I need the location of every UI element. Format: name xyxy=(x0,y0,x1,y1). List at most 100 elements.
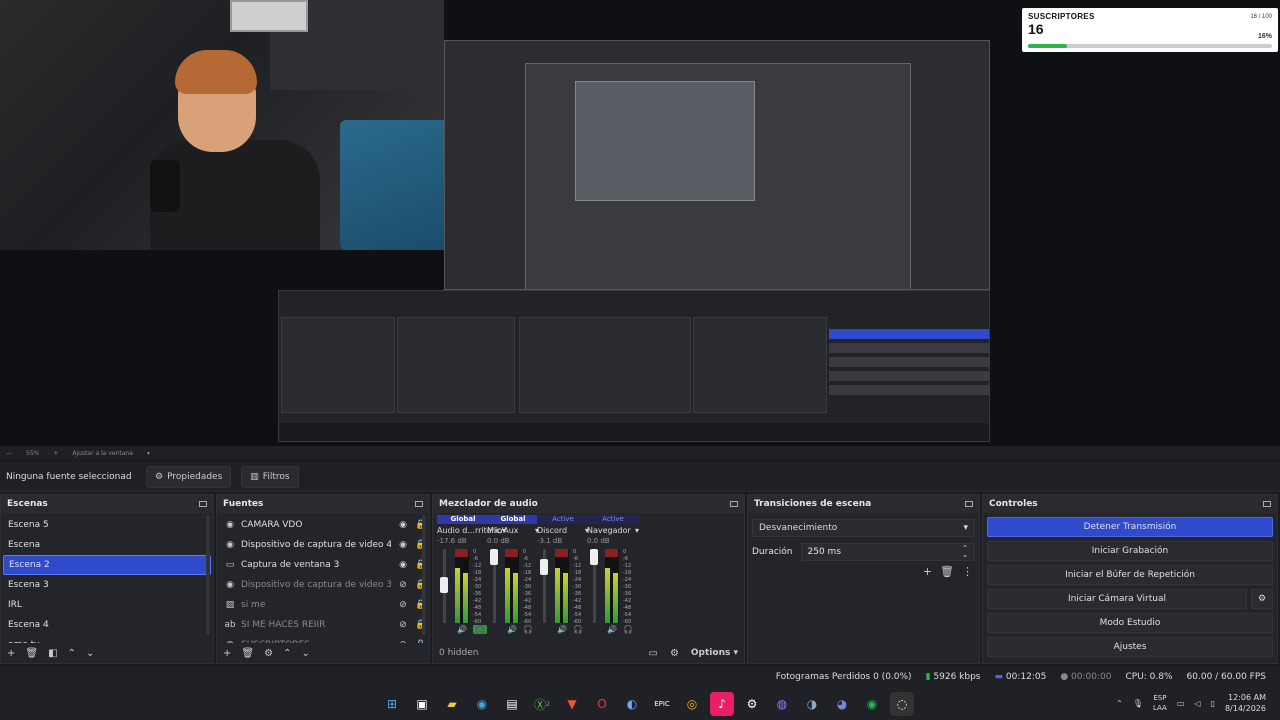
properties-button[interactable]: ⚙ Propiedades xyxy=(146,465,232,488)
scene-filter-icon[interactable]: ◧ xyxy=(48,648,57,659)
eye-icon[interactable]: ◉ xyxy=(397,520,409,530)
move-up-icon[interactable]: ⌃ xyxy=(283,648,291,659)
add-transition-icon[interactable]: + xyxy=(923,565,932,578)
file-explorer-icon[interactable]: ▰ xyxy=(440,692,464,716)
start-replay-buffer-button[interactable]: Iniciar el Búfer de Repetición xyxy=(987,565,1273,585)
volume-icon[interactable]: ◁ xyxy=(1194,699,1200,708)
headphones-icon[interactable]: 🎧 xyxy=(472,625,487,634)
channel-name-row[interactable]: Audio d...rritorio ▾ xyxy=(437,526,506,535)
discord-icon[interactable]: ◕ xyxy=(830,692,854,716)
undock-icon[interactable] xyxy=(1263,501,1271,507)
scene-item[interactable]: Escena 2 xyxy=(3,555,211,575)
eye-off-icon[interactable]: ⊘ xyxy=(397,580,409,590)
remove-transition-icon[interactable]: 🗑 xyxy=(940,565,954,578)
scenes-scrollbar[interactable] xyxy=(206,515,210,635)
xbox-icon[interactable]: Ⓧ 2 xyxy=(530,692,554,716)
remove-scene-icon[interactable]: 🗑 xyxy=(25,648,38,659)
volume-slider[interactable] xyxy=(540,549,548,623)
speaker-icon[interactable]: 🔊 xyxy=(457,625,467,634)
chrome-icon[interactable]: ◎ xyxy=(680,692,704,716)
volume-knob[interactable] xyxy=(440,577,448,593)
start-virtual-camera-button[interactable]: Iniciar Cámara Virtual xyxy=(987,589,1247,609)
zoom-level[interactable]: 55% xyxy=(26,450,39,457)
spotify-icon[interactable]: ◉ xyxy=(860,692,884,716)
obs-related-icon[interactable]: ◍ xyxy=(770,692,794,716)
volume-knob[interactable] xyxy=(540,559,548,575)
preview-canvas[interactable]: SUSCRIPTORES 16 16 / 100 16% xyxy=(0,0,1280,446)
add-source-icon[interactable]: + xyxy=(223,648,231,659)
speaker-icon[interactable]: 🔊 xyxy=(557,625,567,634)
stop-stream-button[interactable]: Detener Transmisión xyxy=(987,517,1273,537)
move-up-icon[interactable]: ⌃ xyxy=(68,648,76,659)
clock[interactable]: 12:06 AM 8/14/2026 xyxy=(1225,692,1266,714)
steam-icon[interactable]: ◐ xyxy=(620,692,644,716)
start-recording-button[interactable]: Iniciar Grabación xyxy=(987,541,1273,561)
epic-games-icon[interactable]: EPIC xyxy=(650,692,674,716)
chevron-down-icon[interactable]: ▾ xyxy=(147,450,150,457)
scene-item[interactable]: IRL xyxy=(3,595,211,615)
source-item[interactable]: ▭ Captura de ventana 3 ◉ 🔒 xyxy=(219,555,427,575)
speaker-icon[interactable]: 🔊 xyxy=(507,625,517,634)
volume-slider[interactable] xyxy=(590,549,598,623)
volume-knob[interactable] xyxy=(590,549,598,565)
edge-icon[interactable]: ◉ xyxy=(470,692,494,716)
undock-icon[interactable] xyxy=(730,501,738,507)
minus-icon[interactable]: — xyxy=(6,450,12,457)
source-item[interactable]: ◉ Dispositivo de captura de video 4 ◉ 🔒 xyxy=(219,535,427,555)
add-scene-icon[interactable]: + xyxy=(7,648,15,659)
source-item[interactable]: ◉ CAMARA VDO ◉ 🔒 xyxy=(219,515,427,535)
settings-button[interactable]: Ajustes xyxy=(987,637,1273,657)
steam-alt-icon[interactable]: ◑ xyxy=(800,692,824,716)
undock-icon[interactable] xyxy=(199,501,207,507)
volume-knob[interactable] xyxy=(490,549,498,565)
speaker-icon[interactable]: 🔊 xyxy=(607,625,617,634)
eye-icon[interactable]: ◉ xyxy=(397,540,409,550)
task-view-icon[interactable]: ▣ xyxy=(410,692,434,716)
eye-icon[interactable]: ◉ xyxy=(397,560,409,570)
scene-item[interactable]: Escena 5 xyxy=(3,515,211,535)
move-down-icon[interactable]: ⌄ xyxy=(301,648,309,659)
eye-off-icon[interactable]: ⊘ xyxy=(397,620,409,630)
remove-source-icon[interactable]: 🗑 xyxy=(241,648,254,659)
studio-mode-button[interactable]: Modo Estudio xyxy=(987,613,1273,633)
transition-select[interactable]: Desvanecimiento ▾ xyxy=(752,519,975,537)
move-down-icon[interactable]: ⌄ xyxy=(86,648,94,659)
source-item[interactable]: ▨ si me ⊘ 🔒 xyxy=(219,595,427,615)
tiktok-icon[interactable]: ♪ xyxy=(710,692,734,716)
channel-name-row[interactable]: Mic/Aux ▾ xyxy=(487,526,539,535)
volume-slider[interactable] xyxy=(490,549,498,623)
source-item[interactable]: ◉ Dispositivo de captura de video 3 ⊘ 🔒 xyxy=(219,575,427,595)
headphones-icon[interactable]: 🎧 xyxy=(623,625,633,634)
options-button[interactable]: Options ▾ xyxy=(691,648,738,658)
volume-slider[interactable] xyxy=(440,549,448,623)
undock-icon[interactable] xyxy=(965,501,973,507)
headphones-icon[interactable]: 🎧 xyxy=(573,625,583,634)
chevron-up-icon[interactable]: ⌃ xyxy=(1116,699,1123,708)
zoom-fit-label[interactable]: Ajustar a la ventana xyxy=(72,450,133,457)
vcam-settings-gear-icon[interactable]: ⚙ xyxy=(1251,589,1273,609)
channel-name-row[interactable]: Discord ▾ xyxy=(537,526,589,535)
stepper-icon[interactable]: ⌃ ⌄ xyxy=(962,545,968,559)
battery-icon[interactable]: ▯ xyxy=(1211,699,1215,708)
opera-icon[interactable]: O xyxy=(590,692,614,716)
filters-button[interactable]: ▥ Filtros xyxy=(241,465,299,488)
eye-off-icon[interactable]: ⊘ xyxy=(397,600,409,610)
advanced-audio-icon[interactable]: ⚙ xyxy=(670,648,679,659)
settings-icon[interactable]: ⚙ xyxy=(740,692,764,716)
scene-item[interactable]: Escena xyxy=(3,535,211,555)
channel-name-row[interactable]: Navegador ▾ xyxy=(587,526,639,535)
plus-icon[interactable]: + xyxy=(53,450,58,457)
undock-icon[interactable] xyxy=(415,501,423,507)
duration-input[interactable]: 250 ms ⌃ ⌄ xyxy=(800,543,975,561)
windows-start-icon[interactable]: ⊞ xyxy=(380,692,404,716)
sources-scrollbar[interactable] xyxy=(422,515,426,635)
source-properties-icon[interactable]: ⚙ xyxy=(264,648,273,659)
layout-icon[interactable]: ▭ xyxy=(648,648,657,659)
network-icon[interactable]: ▭ xyxy=(1177,699,1185,708)
more-options-icon[interactable]: ⋮ xyxy=(962,565,973,578)
scene-item[interactable]: Escena 3 xyxy=(3,575,211,595)
source-item[interactable]: ab SI ME HACES REIIR ⊘ 🔒 xyxy=(219,615,427,635)
headphones-icon[interactable]: 🎧 xyxy=(523,625,533,634)
language-indicator[interactable]: ESP LAA xyxy=(1153,693,1167,713)
microphone-icon[interactable]: 🎙 xyxy=(1133,699,1143,708)
